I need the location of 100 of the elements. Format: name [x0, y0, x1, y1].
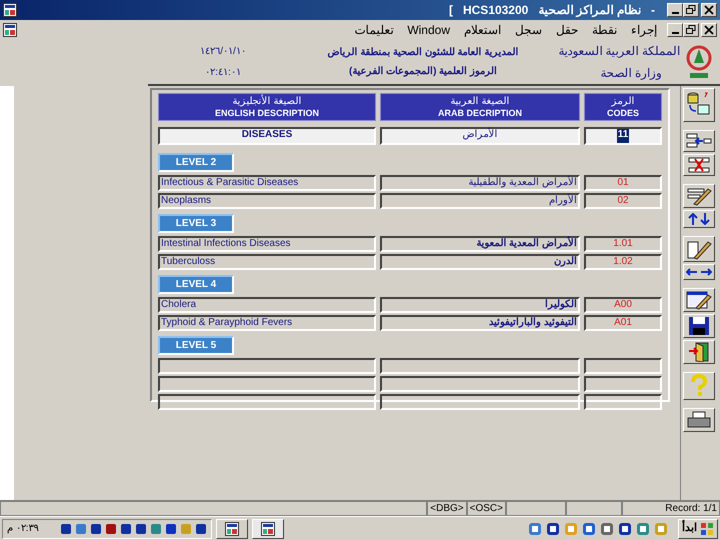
taskbar-button[interactable] [252, 518, 284, 538]
table-cell[interactable]: Neoplasms [158, 193, 376, 209]
window-icon [224, 522, 239, 536]
status-field: <OSC> [466, 501, 506, 516]
table-cell[interactable] [380, 358, 580, 374]
tray-icon[interactable] [60, 522, 72, 534]
tray-icon[interactable] [194, 522, 207, 534]
menu-item[interactable]: تعليمات [352, 21, 396, 39]
table-cell[interactable]: الكوليرا [380, 297, 580, 313]
screen-title: الرموز العلمية (المجموعات الفرعية) [349, 65, 497, 79]
query-button[interactable] [682, 88, 714, 122]
menu-item[interactable]: Window [405, 21, 452, 39]
quick-launch-icon[interactable] [582, 522, 596, 536]
window-title: HCS103200 [462, 2, 528, 19]
close-button[interactable] [701, 23, 717, 37]
country-text: المملكة العربية السعودية [558, 43, 680, 60]
table-cell[interactable]: Typhoid & Parayphoid Fevers [158, 315, 376, 331]
level-button[interactable]: LEVEL 5 [158, 336, 234, 355]
column-header-english: CODES [607, 108, 640, 118]
time-text: ٠٢:٤١:٠١ [205, 66, 241, 80]
table-cell[interactable] [380, 394, 580, 410]
insert-row-icon [686, 132, 712, 150]
status-field: <DBG> [427, 501, 467, 516]
window-icon [260, 522, 275, 536]
column-header-arabic: الصيغة الأنجليزية [232, 96, 302, 108]
door-icon [688, 342, 710, 362]
minimize-icon [672, 32, 678, 34]
window-title: نظام المراكز الصحية [538, 2, 641, 19]
close-icon [704, 5, 714, 15]
left-right-arrows-icon [686, 266, 712, 278]
insert-record-button[interactable] [682, 130, 714, 152]
edit-button[interactable] [682, 184, 714, 208]
close-button[interactable] [701, 3, 717, 17]
minimize-button[interactable] [667, 3, 683, 17]
table-cell[interactable]: الأورام [380, 193, 580, 209]
app-icon [3, 3, 17, 17]
code-field[interactable]: 11 [584, 127, 662, 145]
restore-button[interactable] [683, 3, 699, 17]
window-title: [ [448, 2, 453, 19]
form-edit-button[interactable] [682, 288, 714, 312]
close-icon [704, 25, 714, 35]
tray-icon[interactable] [120, 522, 132, 534]
ministry-text: وزارة الصحة [600, 65, 662, 82]
tray-icon[interactable] [104, 522, 117, 534]
directorate-text: المديرية العامة للشئون الصحية بمنطقة الرياض [328, 46, 518, 60]
left-right-button[interactable] [682, 264, 714, 280]
taskbar-button[interactable] [216, 518, 248, 538]
table-cell[interactable] [158, 394, 376, 410]
quick-launch-icon[interactable] [618, 522, 632, 536]
table-cell[interactable] [584, 376, 662, 392]
level-button[interactable]: LEVEL 2 [158, 153, 234, 172]
delete-row-icon [686, 156, 712, 174]
table-cell[interactable]: الأمراض المعدية والطفيلية [380, 175, 580, 191]
table-cell[interactable] [584, 394, 662, 410]
column-header-english: ENGLISH DESCRIPTION [215, 108, 320, 118]
tray-icon[interactable] [90, 522, 102, 534]
table-cell[interactable] [158, 358, 376, 374]
column-header-english: ARAB DECRIPTION [438, 108, 522, 118]
table-cell[interactable]: 01 [584, 175, 662, 191]
menu-item[interactable]: إجراء [629, 21, 659, 39]
level-button[interactable]: LEVEL 3 [158, 214, 234, 233]
help-button[interactable] [682, 372, 714, 400]
menu-item[interactable]: نقطة [590, 21, 619, 39]
table-cell[interactable]: DISEASES [158, 127, 376, 145]
level-button[interactable]: LEVEL 4 [158, 275, 234, 294]
table-cell[interactable] [380, 376, 580, 392]
delete-record-button[interactable] [682, 154, 714, 176]
table-cell[interactable] [584, 358, 662, 374]
edit-field-button[interactable] [682, 236, 714, 262]
table-cell[interactable]: الأمراض المعدية المعوية [380, 236, 580, 252]
restore-button[interactable] [683, 23, 699, 37]
logo-icon [684, 43, 714, 81]
table-cell[interactable]: Tuberculoss [158, 254, 376, 270]
menu-item[interactable]: حقل [554, 21, 580, 39]
quick-launch-icon[interactable] [546, 522, 560, 536]
tray-icon[interactable] [134, 522, 147, 534]
table-cell[interactable] [158, 376, 376, 392]
tray-icon[interactable] [164, 522, 177, 534]
quick-launch-icon[interactable] [600, 522, 614, 536]
table-cell[interactable]: الدرن [380, 254, 580, 270]
save-button[interactable] [682, 314, 714, 338]
table-cell[interactable]: التيفوئيد والباراتيفوئيد [380, 315, 580, 331]
date-text: ١٤٢٦/٠١/١٠ [200, 45, 246, 59]
table-cell[interactable]: الأمراض [380, 127, 580, 145]
minimize-button[interactable] [667, 23, 683, 37]
menu-item[interactable]: استعلام [462, 21, 503, 39]
table-cell[interactable]: Infectious & Parasitic Diseases [158, 175, 376, 191]
window-title: - [651, 2, 655, 19]
column-header-arabic: الصيغة العربية [450, 96, 510, 108]
document-icon [3, 23, 17, 37]
table-cell[interactable]: Cholera [158, 297, 376, 313]
menu-item[interactable]: سجل [513, 21, 544, 39]
form-pencil-icon [686, 290, 712, 310]
start-button[interactable]: ابدأ [678, 518, 718, 538]
exit-button[interactable] [682, 340, 714, 364]
up-down-arrows-icon [686, 213, 712, 225]
table-cell[interactable]: Intestinal Infections Diseases [158, 236, 376, 252]
print-button[interactable] [682, 408, 714, 432]
up-down-button[interactable] [682, 210, 714, 228]
minimize-icon [672, 12, 678, 14]
